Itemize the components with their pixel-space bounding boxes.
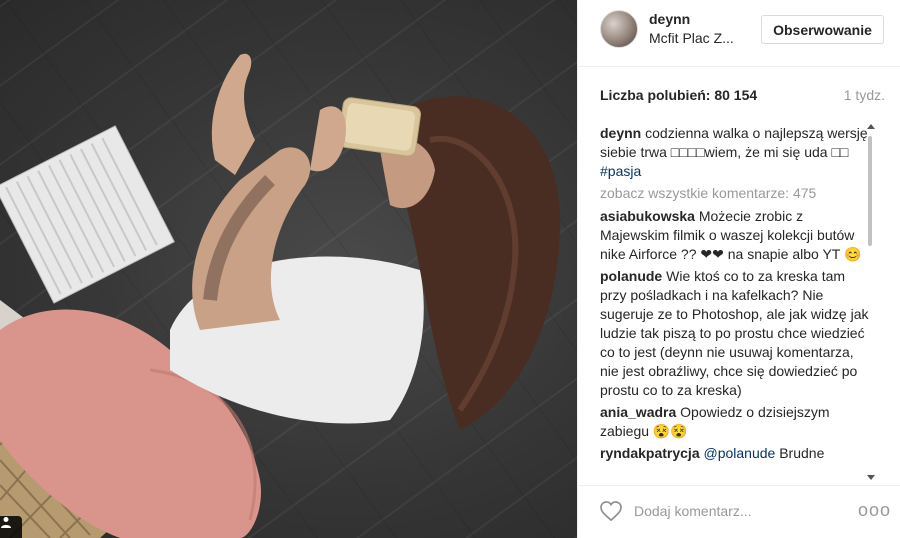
comment-username[interactable]: ryndakpatrycja: [600, 445, 700, 461]
likes-count[interactable]: Liczba polubień: 80 154: [600, 87, 757, 103]
post-username[interactable]: deynn: [649, 11, 690, 27]
mention-link[interactable]: @polanude: [704, 445, 776, 461]
comment-text: codzienna walka o najlepszą wersję siebi…: [600, 125, 868, 160]
caption-comment: deynn codzienna walka o najlepszą wersję…: [600, 124, 872, 181]
list-item: asiabukowska Możecie zrobic z Majewskim …: [600, 207, 872, 264]
radiator-shape: [0, 125, 175, 304]
post-location[interactable]: Mcfit Plac Z...: [649, 30, 734, 46]
avatar[interactable]: [600, 10, 638, 48]
scroll-down-icon[interactable]: [867, 475, 875, 480]
view-all-comments-link[interactable]: zobacz wszystkie komentarze: 475: [600, 184, 872, 203]
post-timestamp[interactable]: 1 tydz.: [844, 87, 885, 103]
phone-shape: [337, 97, 421, 157]
scroll-up-icon[interactable]: [867, 124, 875, 129]
comments-scrollbar[interactable]: [865, 124, 875, 480]
comment-input[interactable]: [634, 499, 814, 523]
comment-username[interactable]: asiabukowska: [600, 208, 695, 224]
post-photo[interactable]: [0, 0, 577, 538]
list-item: ania_wadra Opowiedz o dzisiejszym zabieg…: [600, 403, 872, 441]
list-item: polanude Wie ktoś co to za kreska tam pr…: [600, 267, 872, 400]
comments-list: deynn codzienna walka o najlepszą wersję…: [600, 124, 872, 480]
comment-username[interactable]: ania_wadra: [600, 404, 676, 420]
scroll-thumb[interactable]: [868, 136, 872, 246]
follow-button[interactable]: Obserwowanie: [761, 15, 884, 44]
comment-username[interactable]: deynn: [600, 125, 641, 141]
list-item: ryndakpatrycja @polanude Brudne: [600, 444, 872, 463]
post-stats: Liczba polubień: 80 154 1 tydz.: [600, 87, 885, 107]
post-header: deynn Mcfit Plac Z... Obserwowanie: [578, 0, 900, 67]
hand-shape: [211, 53, 255, 175]
comment-text: Brudne: [779, 445, 825, 461]
comment-username[interactable]: polanude: [600, 268, 662, 284]
post-footer: ooo: [578, 485, 900, 538]
user-tag-icon[interactable]: [0, 516, 22, 538]
photo-illustration: [0, 53, 560, 538]
comment-text: Wie ktoś co to za kreska tam przy poślad…: [600, 268, 869, 398]
more-options-icon[interactable]: ooo: [858, 500, 891, 521]
post-sidebar: deynn Mcfit Plac Z... Obserwowanie Liczb…: [577, 0, 900, 538]
heart-icon[interactable]: [600, 501, 622, 521]
hashtag-link[interactable]: #pasja: [600, 163, 641, 179]
